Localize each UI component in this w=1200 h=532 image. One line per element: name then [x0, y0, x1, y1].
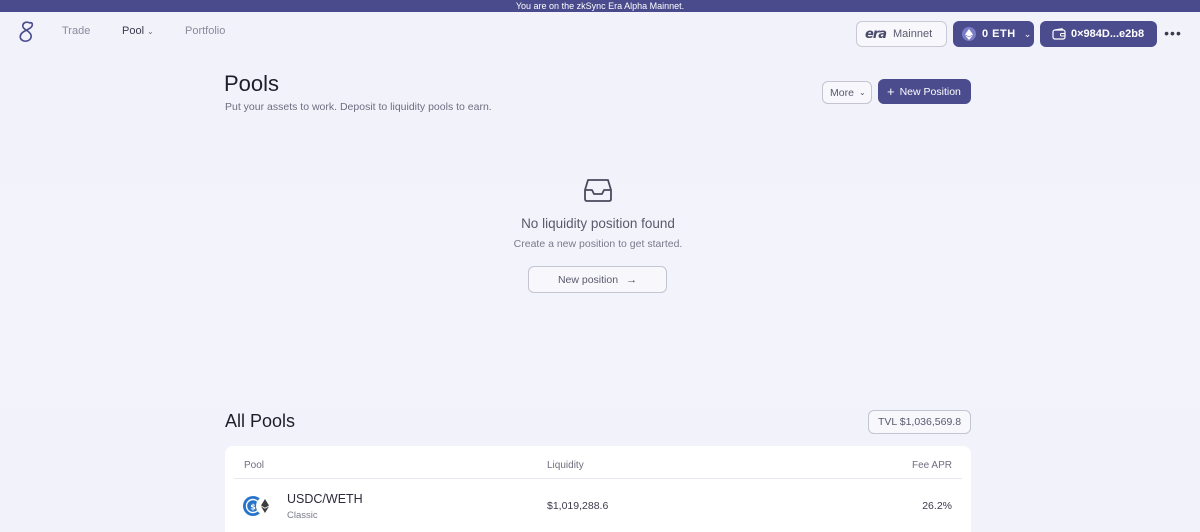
page-title: Pools: [224, 71, 280, 96]
pool-pair-name: USDC/WETH: [287, 492, 363, 506]
all-pools-title: All Pools: [225, 411, 296, 431]
more-horizontal-icon[interactable]: •••: [1163, 26, 1183, 42]
new-position-button[interactable]: + New Position: [878, 79, 971, 104]
plus-icon: +: [887, 83, 895, 99]
chevron-down-icon: ⌄: [858, 88, 866, 97]
empty-state-subtitle: Create a new position to get started.: [513, 238, 683, 250]
nav-portfolio[interactable]: Portfolio: [185, 25, 225, 37]
syncswap-logo-icon[interactable]: [17, 21, 37, 43]
svg-text:$: $: [250, 503, 256, 512]
pools-table: Pool Liquidity Fee APR $ USDC/WETH Class…: [225, 446, 971, 532]
balance-button[interactable]: 0 ETH ⌄: [953, 21, 1034, 47]
inbox-icon: [584, 179, 612, 202]
nav-pool-label: Pool: [122, 25, 145, 37]
network-name: Mainnet: [893, 28, 933, 40]
pool-fee-apr: 26.2%: [922, 500, 952, 512]
era-logo: era: [865, 26, 887, 42]
pool-liquidity: $1,019,288.6: [547, 500, 609, 512]
wallet-icon: [1052, 28, 1066, 40]
column-header-pool[interactable]: Pool: [244, 460, 264, 471]
nav-trade[interactable]: Trade: [62, 25, 90, 37]
balance-label: 0 ETH: [982, 28, 1016, 40]
token-pair-icon: $: [243, 496, 274, 516]
network-banner: You are on the zkSync Era Alpha Mainnet.: [0, 0, 1200, 12]
column-header-fee-apr[interactable]: Fee APR: [912, 460, 952, 471]
chevron-down-icon: ⌄: [1023, 28, 1032, 39]
column-header-liquidity[interactable]: Liquidity: [547, 460, 584, 471]
empty-new-position-button[interactable]: New position →: [528, 266, 667, 293]
tvl-badge: TVL $1,036,569.8: [868, 410, 971, 434]
wallet-address: 0×984D...e2b8: [1071, 28, 1145, 40]
chevron-down-icon: ⌄: [147, 27, 154, 36]
table-row[interactable]: $ USDC/WETH Classic $1,019,288.6 26.2%: [225, 479, 971, 532]
wallet-button[interactable]: 0×984D...e2b8: [1040, 21, 1157, 47]
arrow-right-icon: →: [626, 273, 638, 286]
page-subtitle: Put your assets to work. Deposit to liqu…: [225, 101, 492, 113]
more-button-label: More: [830, 86, 854, 99]
more-button[interactable]: More ⌄: [822, 81, 872, 104]
empty-state-title: No liquidity position found: [521, 216, 675, 231]
empty-new-position-label: New position: [557, 273, 619, 286]
pool-type: Classic: [287, 510, 318, 521]
network-selector[interactable]: era Mainnet: [856, 21, 947, 47]
nav-pool[interactable]: Pool ⌄: [122, 25, 154, 37]
ethereum-icon: [962, 27, 976, 41]
new-position-label: New Position: [899, 85, 961, 98]
top-nav: Trade Pool ⌄ Portfolio era Mainnet 0 ETH …: [0, 12, 1200, 56]
